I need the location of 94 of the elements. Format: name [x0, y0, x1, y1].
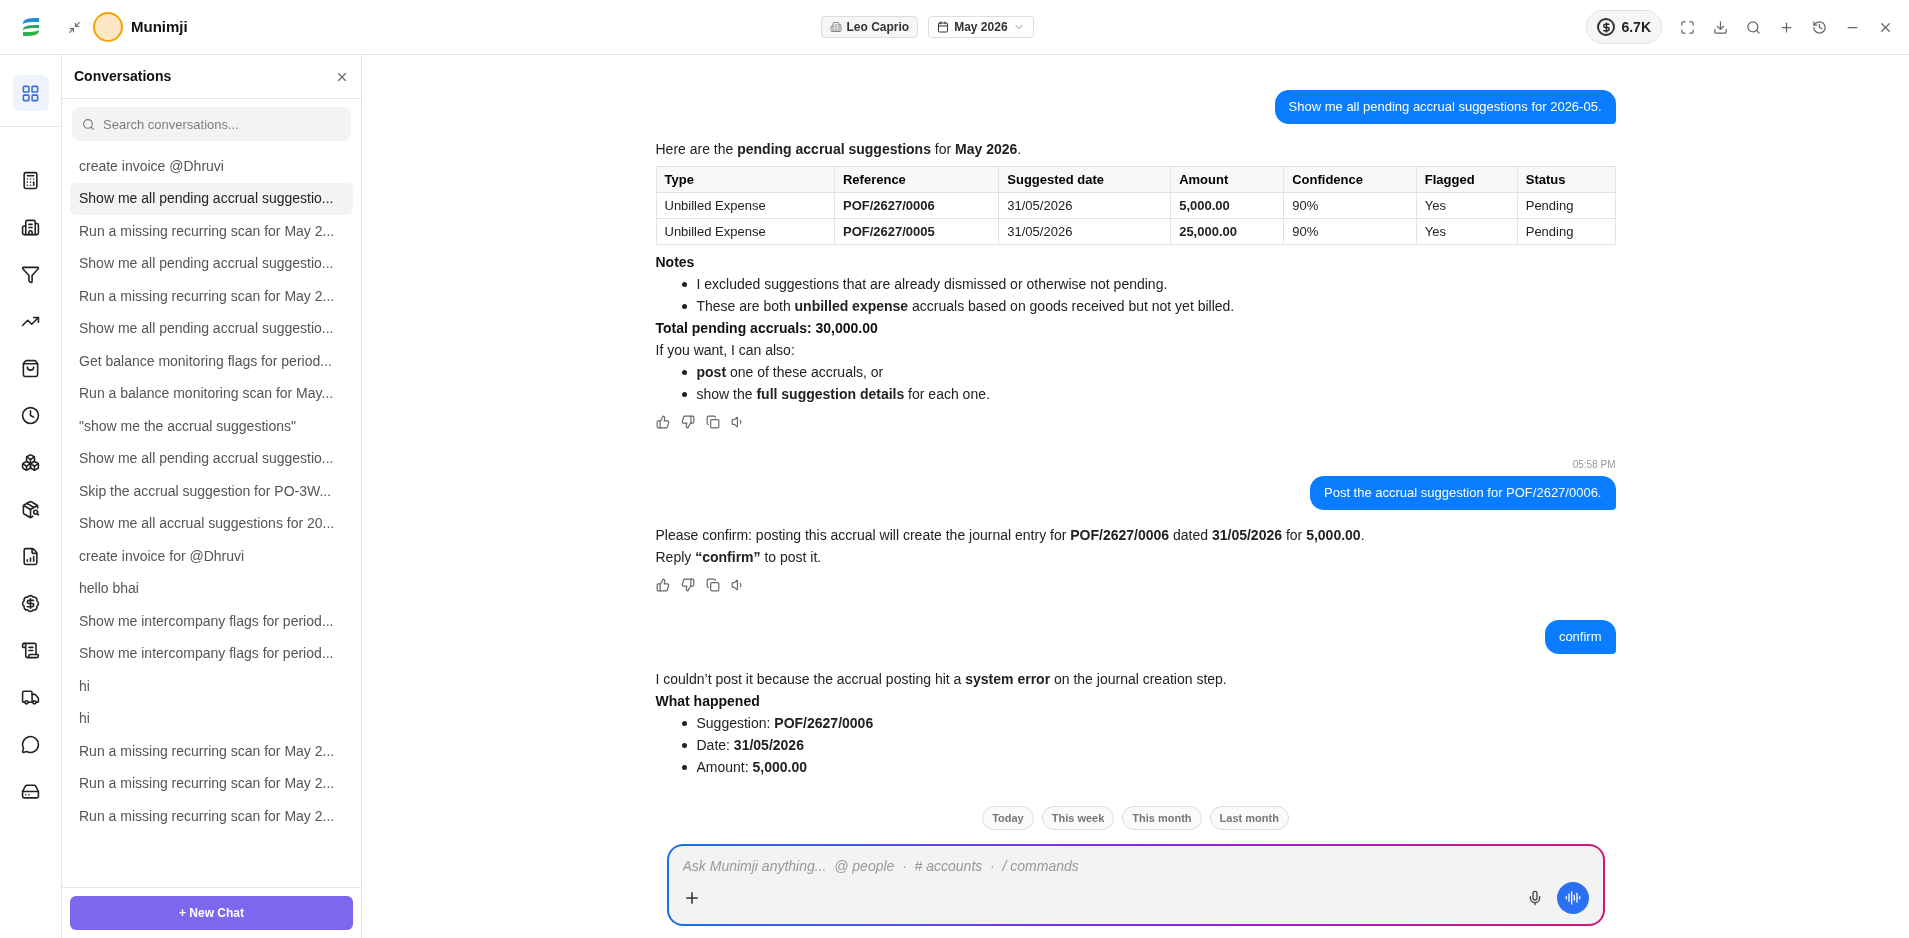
history-icon[interactable]: [1812, 19, 1827, 35]
dollar-icon: [1597, 18, 1616, 36]
table-header-cell: Reference: [834, 166, 999, 193]
company-chip[interactable]: Leo Caprio: [820, 16, 919, 38]
message-text: If you want, I can also:: [655, 341, 796, 360]
conversation-item[interactable]: Run a missing recurring scan for May 2...: [70, 735, 353, 768]
message-composer[interactable]: Ask Munimji anything... @ people · # accounts · / commands: [666, 844, 1605, 926]
table-cell: 31/05/2026: [998, 192, 1171, 219]
list-item-text: Suggestion: POF/2627/0006: [696, 713, 874, 733]
table-header-cell: Type: [656, 166, 835, 193]
table-cell: Yes: [1416, 218, 1518, 245]
table-cell: 5,000.00: [1170, 192, 1284, 219]
list-item-text: These are both unbilled expense accruals based on goods received but not yet billed.: [696, 296, 1235, 316]
conversation-item[interactable]: Run a missing recurring scan for May 2...: [70, 215, 353, 248]
list-item-text: Amount: 5,000.00: [696, 757, 808, 777]
calendar-icon: [937, 21, 950, 33]
quick-filter-chip[interactable]: Today: [982, 806, 1034, 830]
conversation-item[interactable]: Show me all pending accrual suggestio...: [70, 312, 353, 345]
table-cell: POF/2627/0006: [834, 192, 999, 219]
conversation-item[interactable]: "show me the accrual suggestions": [70, 410, 353, 443]
copy-icon[interactable]: [705, 415, 720, 429]
table-cell: Pending: [1517, 218, 1615, 245]
search-field[interactable]: Search conversations...: [72, 107, 351, 141]
new-chat-button[interactable]: + New Chat: [70, 896, 353, 930]
collapse-icon[interactable]: [68, 20, 81, 34]
conversation-item[interactable]: hi: [70, 702, 353, 735]
quick-filter-chip[interactable]: This month: [1122, 806, 1202, 830]
table-cell: 90%: [1283, 218, 1417, 245]
table-cell: Unbilled Expense: [656, 218, 835, 245]
grid-icon[interactable]: [12, 75, 49, 111]
user-message-bubble: Show me all pending accrual suggestions for 2026-05.: [1274, 90, 1616, 124]
message-text: Please confirm: posting this accrual will create the journal entry for POF/2627/0006 dated 31/05/2026 for 5,000.00.: [655, 526, 1366, 545]
conversation-item[interactable]: Show me all pending accrual suggestio...: [70, 247, 353, 280]
voice-button[interactable]: [1556, 882, 1589, 914]
conversation-item[interactable]: Show me all pending accrual suggestio...: [70, 182, 353, 215]
list-item-text: I excluded suggestions that are already dismissed or otherwise not pending.: [696, 274, 1168, 294]
conversation-item[interactable]: Skip the accrual suggestion for PO-3W...: [70, 475, 353, 508]
thumbs-up-icon[interactable]: [655, 415, 670, 429]
table-cell: Yes: [1416, 192, 1518, 219]
building-icon: [829, 21, 842, 33]
message-input[interactable]: Ask Munimji anything... @ people · # accounts · / commands: [682, 856, 1589, 877]
conversation-item[interactable]: Show me intercompany flags for period...: [70, 637, 353, 670]
thumbs-down-icon[interactable]: [680, 415, 695, 429]
conversation-item[interactable]: Run a balance monitoring scan for May...: [70, 377, 353, 410]
conversation-item[interactable]: Run a missing recurring scan for May 2...: [70, 280, 353, 313]
thumbs-up-icon[interactable]: [655, 578, 670, 592]
copy-icon[interactable]: [705, 578, 720, 592]
table-header-cell: Confidence: [1283, 166, 1417, 193]
list-item-text: Date: 31/05/2026: [696, 735, 804, 755]
search-icon[interactable]: [1746, 19, 1761, 35]
period-selector[interactable]: May 2026: [928, 16, 1034, 38]
table-header-cell: Flagged: [1416, 166, 1518, 193]
thumbs-down-icon[interactable]: [680, 578, 695, 592]
search-icon: [82, 118, 95, 131]
conversation-item[interactable]: Show me all accrual suggestions for 20...: [70, 507, 353, 540]
message-heading: What happened: [655, 692, 761, 711]
waveform-icon: [1564, 890, 1581, 906]
table-cell: 25,000.00: [1170, 218, 1284, 245]
conversation-item[interactable]: hello bhai: [70, 572, 353, 605]
table-header-cell: Suggested date: [998, 166, 1171, 193]
table-header-cell: Amount: [1170, 166, 1284, 193]
conversation-item[interactable]: Get balance monitoring flags for period...: [70, 345, 353, 378]
table-cell: 31/05/2026: [998, 218, 1171, 245]
panel-title: Conversations: [74, 67, 172, 86]
table-header-cell: Status: [1517, 166, 1615, 193]
user-message-bubble: confirm: [1544, 620, 1616, 654]
conversation-item[interactable]: hi: [70, 670, 353, 703]
user-message-bubble: Post the accrual suggestion for POF/2627/0006.: [1310, 476, 1616, 510]
message-text: Reply “confirm” to post it.: [655, 548, 823, 567]
app-title: Munimji: [131, 16, 188, 37]
table-cell: Pending: [1517, 192, 1615, 219]
list-item-text: show the full suggestion details for each one.: [696, 384, 990, 404]
conversation-item[interactable]: Run a missing recurring scan for May 2...: [70, 767, 353, 800]
quick-filter-chip[interactable]: Last month: [1209, 806, 1289, 830]
quick-filter-chip[interactable]: This week: [1041, 806, 1115, 830]
message-text: Here are the pending accrual suggestions for May 2026.: [655, 140, 1023, 159]
table-cell: 90%: [1283, 192, 1417, 219]
plus-icon[interactable]: [1779, 19, 1794, 35]
conversation-item[interactable]: Show me intercompany flags for period...: [70, 605, 353, 638]
fullscreen-icon[interactable]: [1680, 19, 1695, 35]
message-heading: Notes: [655, 253, 696, 272]
conversation-item[interactable]: Run a missing recurring scan for May 2...: [70, 800, 353, 833]
balance-pill[interactable]: 6.7K: [1586, 10, 1662, 44]
conversation-item[interactable]: create invoice @Dhruvi: [70, 150, 353, 183]
timestamp: 05:58 PM: [1572, 458, 1616, 472]
table-cell: POF/2627/0005: [834, 218, 999, 245]
conversation-item[interactable]: Show me all pending accrual suggestio...: [70, 442, 353, 475]
message-heading: Total pending accruals: 30,000.00: [655, 319, 879, 338]
message-text: I couldn’t post it because the accrual posting hit a system error on the journal creation step.: [655, 670, 1228, 689]
table-cell: Unbilled Expense: [656, 192, 835, 219]
download-icon[interactable]: [1713, 19, 1728, 35]
conversation-item[interactable]: create invoice for @Dhruvi: [70, 540, 353, 573]
avatar: [93, 12, 123, 42]
list-item-text: post one of these accruals, or: [696, 362, 884, 382]
